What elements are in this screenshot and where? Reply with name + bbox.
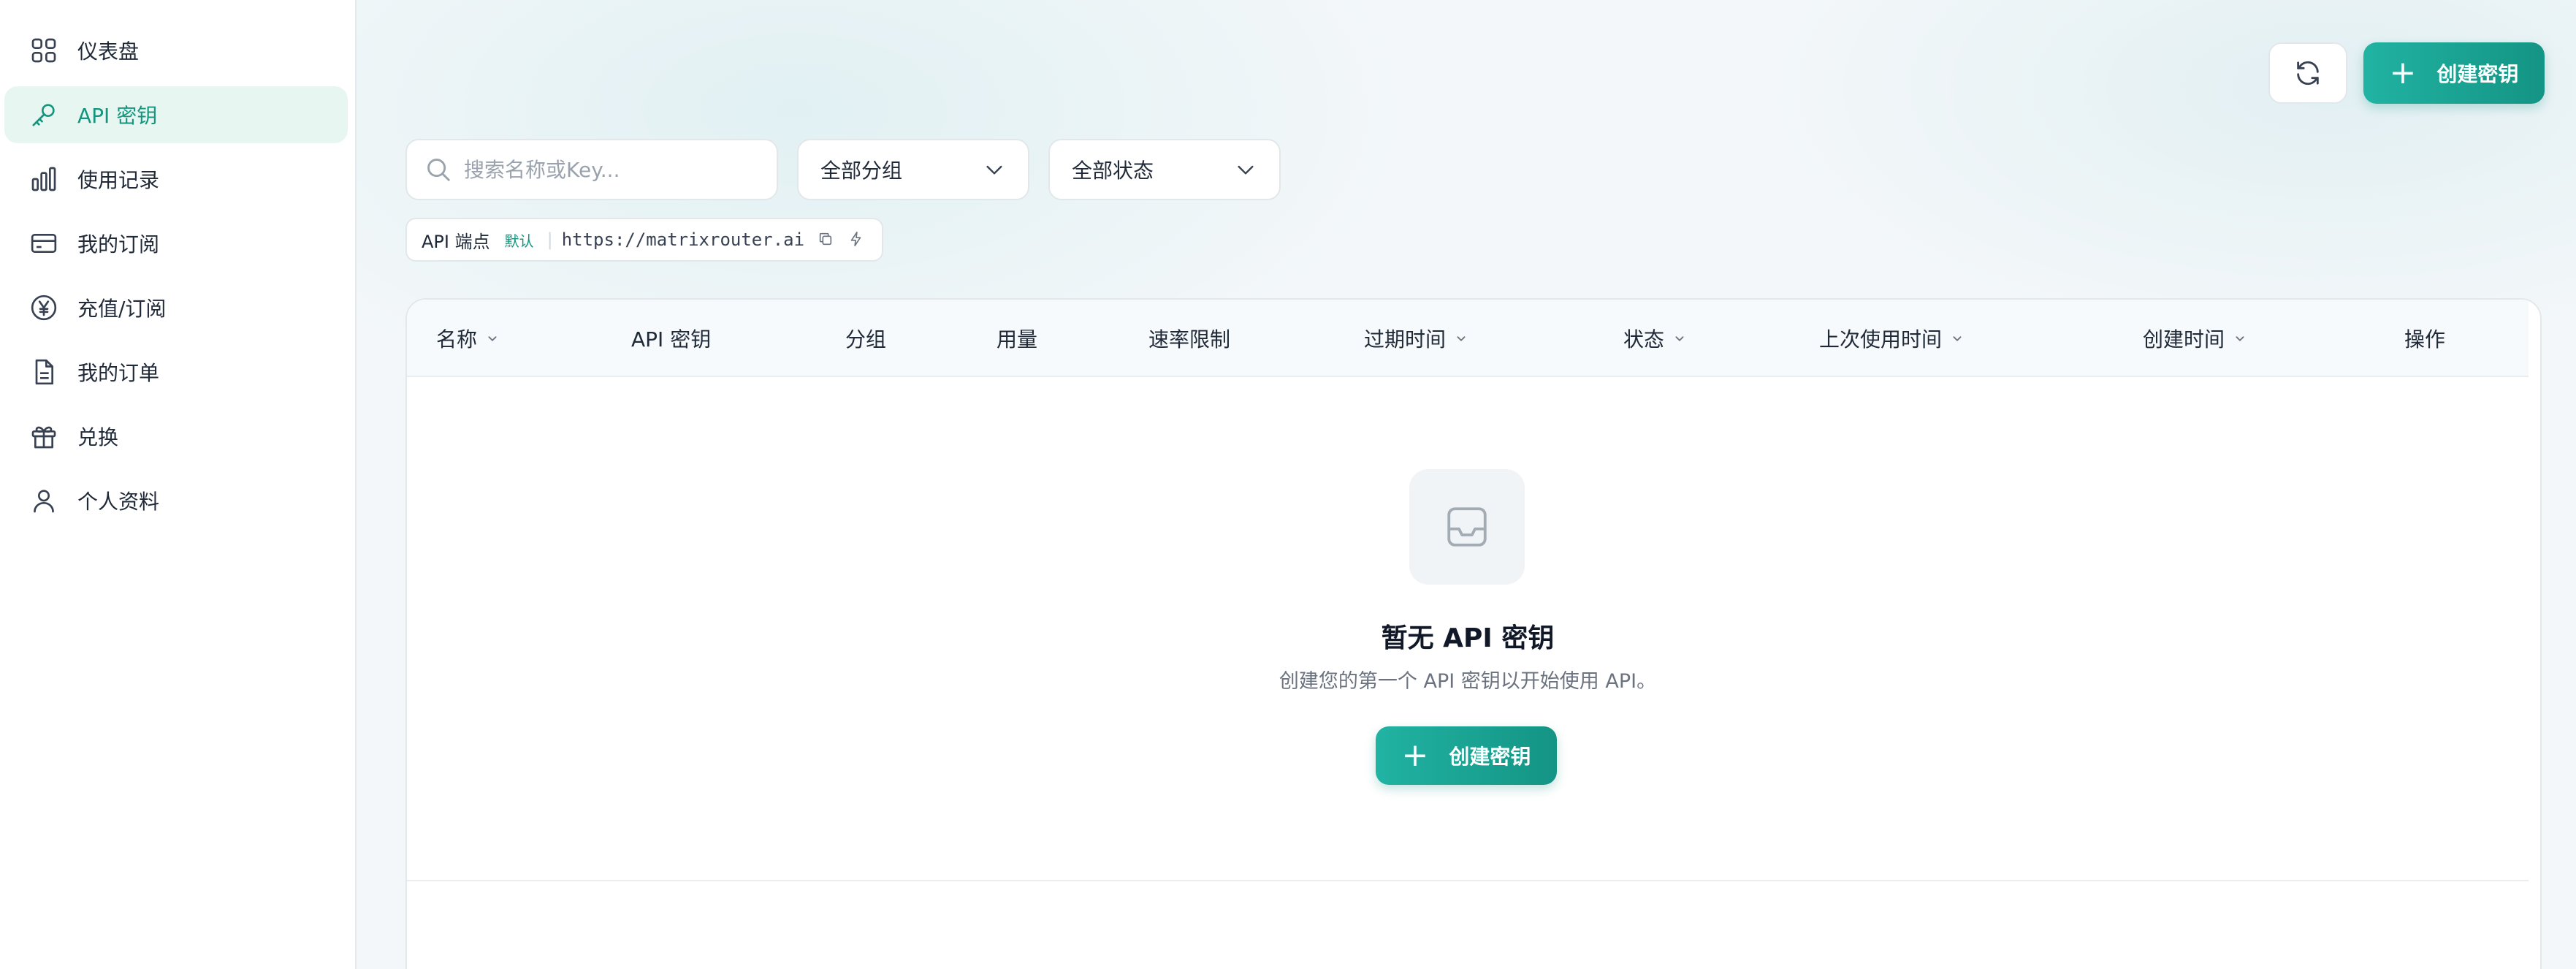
search-input[interactable] xyxy=(464,157,756,182)
sidebar-item-api-keys[interactable]: API 密钥 xyxy=(4,86,348,143)
chevron-down-icon xyxy=(1672,330,1688,346)
create-key-label: 创建密钥 xyxy=(1449,745,1531,769)
plus-icon: + xyxy=(1401,737,1429,774)
api-keys-table: 名称 API 密钥 分组 用量 速率限制 过期时间 状态 上次使用时间 创建时间… xyxy=(405,298,2542,969)
group-filter-select[interactable]: 全部分组 xyxy=(797,139,1029,200)
column-label: 状态 xyxy=(1623,327,1665,352)
sidebar-item-label: 仪表盘 xyxy=(77,39,140,64)
plus-icon: + xyxy=(2389,54,2417,91)
chevron-down-icon xyxy=(986,165,1002,175)
app-root: 仪表盘 API 密钥 使用记录 我的订阅 充值/订阅 我的订单 兑换 个人资料 … xyxy=(0,0,2576,969)
grid-icon xyxy=(29,36,58,65)
column-label: API 密钥 xyxy=(631,327,712,352)
column-header-status[interactable]: 状态 xyxy=(1623,300,1688,377)
column-header-expires[interactable]: 过期时间 xyxy=(1364,300,1469,377)
sidebar: 仪表盘 API 密钥 使用记录 我的订阅 充值/订阅 我的订单 兑换 个人资料 xyxy=(0,0,357,969)
sidebar-item-dashboard[interactable]: 仪表盘 xyxy=(4,22,348,79)
column-header-rate-limit: 速率限制 xyxy=(1148,300,1230,377)
column-label: 速率限制 xyxy=(1148,327,1231,352)
sidebar-item-profile[interactable]: 个人资料 xyxy=(4,472,348,529)
status-filter-select[interactable]: 全部状态 xyxy=(1048,139,1281,200)
create-key-label: 创建密钥 xyxy=(2436,62,2519,86)
chevron-down-icon xyxy=(1949,330,1965,346)
column-header-last-used[interactable]: 上次使用时间 xyxy=(1819,300,1965,377)
chevron-down-icon xyxy=(484,330,500,346)
bar-chart-icon xyxy=(29,164,58,194)
sidebar-item-label: 兑换 xyxy=(77,425,119,449)
chevron-down-icon xyxy=(1453,330,1469,346)
column-header-created[interactable]: 创建时间 xyxy=(2143,300,2248,377)
column-header-actions: 操作 xyxy=(2404,300,2445,377)
endpoint-label: API 端点 xyxy=(422,231,490,252)
sidebar-item-usage[interactable]: 使用记录 xyxy=(4,151,348,208)
divider: | xyxy=(546,229,553,250)
lightning-icon[interactable] xyxy=(848,231,866,248)
inbox-icon xyxy=(1409,469,1525,585)
column-label: 操作 xyxy=(2404,327,2446,352)
sidebar-item-label: API 密钥 xyxy=(77,104,158,128)
column-header-usage: 用量 xyxy=(997,300,1037,377)
empty-state-title: 暂无 API 密钥 xyxy=(1381,623,1555,653)
default-badge: 默认 xyxy=(504,232,534,250)
sidebar-item-label: 我的订阅 xyxy=(77,232,160,256)
column-header-api-key: API 密钥 xyxy=(631,300,711,377)
column-header-group: 分组 xyxy=(845,300,886,377)
refresh-icon xyxy=(2297,61,2319,86)
credit-card-icon xyxy=(29,229,58,258)
copy-icon[interactable] xyxy=(818,231,835,248)
column-label: 名称 xyxy=(436,327,478,352)
key-icon xyxy=(29,100,58,129)
empty-create-key-button[interactable]: + 创建密钥 xyxy=(1376,726,1557,785)
column-label: 用量 xyxy=(997,327,1038,352)
api-endpoint-bar: API 端点 默认 | https://matrixrouter.ai xyxy=(405,218,883,262)
refresh-button[interactable] xyxy=(2268,42,2347,104)
sidebar-item-label: 使用记录 xyxy=(77,168,160,192)
endpoint-url: https://matrixrouter.ai xyxy=(561,229,805,250)
sidebar-item-redeem[interactable]: 兑换 xyxy=(4,408,348,465)
column-label: 创建时间 xyxy=(2143,327,2225,352)
search-icon xyxy=(427,159,450,181)
document-icon xyxy=(29,357,58,387)
chevron-down-icon xyxy=(2232,330,2248,346)
create-key-button[interactable]: + 创建密钥 xyxy=(2363,42,2545,104)
sidebar-item-orders[interactable]: 我的订单 xyxy=(4,343,348,400)
empty-state-description: 创建您的第一个 API 密钥以开始使用 API。 xyxy=(1279,670,1657,693)
gift-icon xyxy=(29,422,58,451)
search-box[interactable] xyxy=(405,139,778,200)
yen-circle-icon xyxy=(29,293,58,322)
sidebar-item-label: 充值/订阅 xyxy=(77,297,167,321)
sidebar-item-subscriptions[interactable]: 我的订阅 xyxy=(4,215,348,272)
column-label: 分组 xyxy=(845,327,887,352)
column-header-name[interactable]: 名称 xyxy=(436,300,500,377)
column-label: 过期时间 xyxy=(1364,327,1447,352)
column-label: 上次使用时间 xyxy=(1819,327,1943,352)
status-filter-value: 全部状态 xyxy=(1072,159,1154,183)
divider xyxy=(407,880,2529,881)
main-content: + 创建密钥 全部分组 全部状态 API 端点 默认 | https://mat… xyxy=(357,0,2576,969)
sidebar-item-label: 我的订单 xyxy=(77,361,160,385)
sidebar-item-recharge[interactable]: 充值/订阅 xyxy=(4,279,348,336)
chevron-down-icon xyxy=(1238,165,1254,175)
group-filter-value: 全部分组 xyxy=(820,159,903,183)
user-icon xyxy=(29,486,58,515)
sidebar-item-label: 个人资料 xyxy=(77,490,160,514)
table-header: 名称 API 密钥 分组 用量 速率限制 过期时间 状态 上次使用时间 创建时间… xyxy=(407,300,2529,377)
